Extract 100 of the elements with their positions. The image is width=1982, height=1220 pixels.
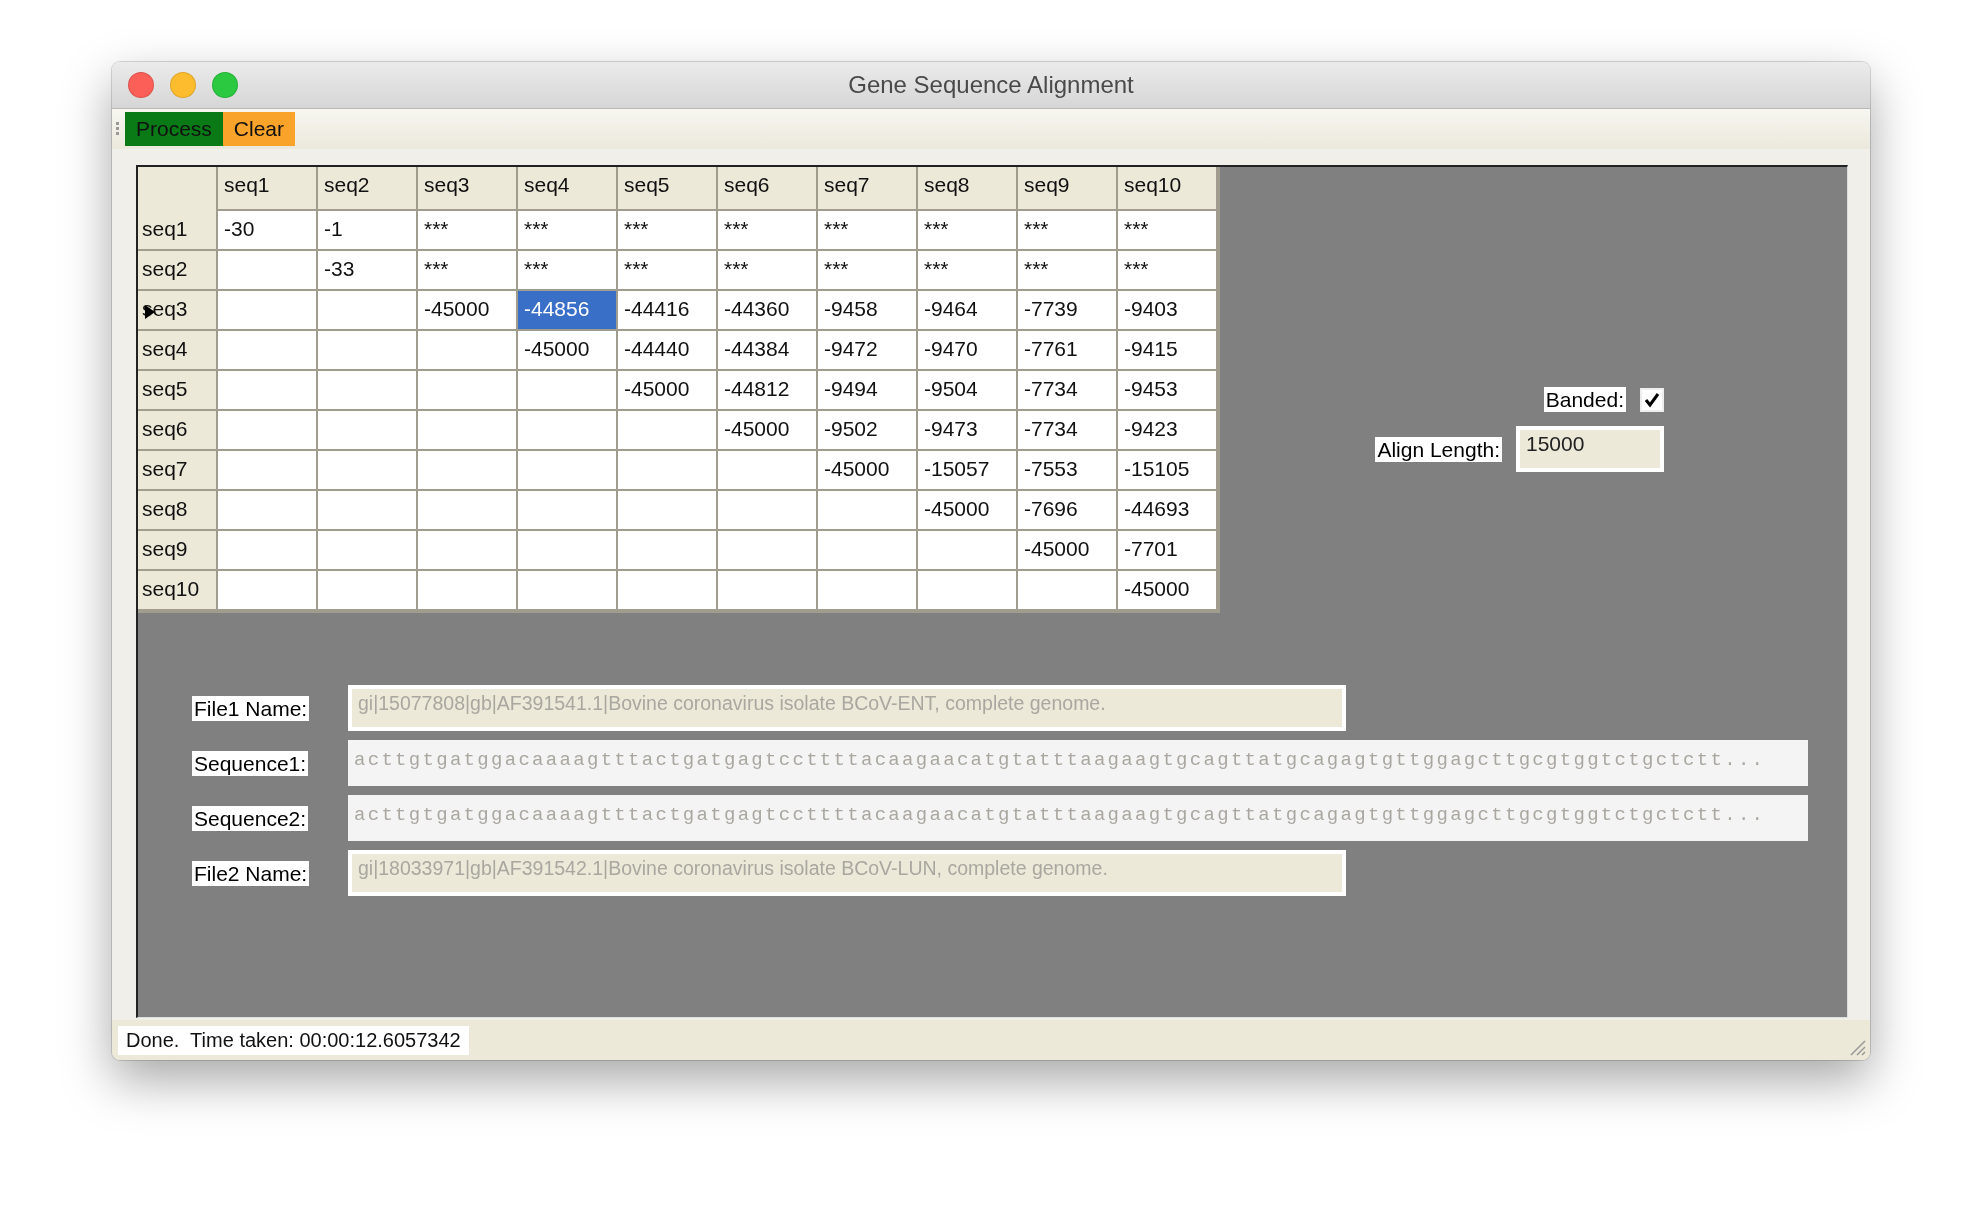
table-cell[interactable] — [218, 491, 318, 531]
table-cell[interactable]: *** — [518, 211, 618, 251]
table-cell[interactable]: -15057 — [918, 451, 1018, 491]
table-cell[interactable]: -7701 — [1118, 531, 1218, 571]
table-cell[interactable]: *** — [418, 211, 518, 251]
table-cell[interactable]: -44440 — [618, 331, 718, 371]
table-cell[interactable] — [418, 531, 518, 571]
table-cell[interactable] — [918, 571, 1018, 611]
table-cell[interactable]: *** — [818, 251, 918, 291]
table-cell[interactable] — [318, 451, 418, 491]
column-header[interactable]: seq8 — [918, 167, 1018, 211]
table-cell[interactable] — [318, 331, 418, 371]
table-cell[interactable] — [718, 491, 818, 531]
table-cell[interactable]: -9403 — [1118, 291, 1218, 331]
clear-button[interactable]: Clear — [222, 112, 296, 146]
table-cell[interactable]: -9473 — [918, 411, 1018, 451]
table-cell[interactable] — [518, 531, 618, 571]
table-cell[interactable]: -45000 — [918, 491, 1018, 531]
table-cell[interactable]: -9464 — [918, 291, 1018, 331]
row-header[interactable]: seq5 — [138, 371, 218, 411]
table-cell[interactable]: -45000 — [518, 331, 618, 371]
table-cell[interactable]: *** — [918, 211, 1018, 251]
table-cell[interactable] — [318, 291, 418, 331]
table-cell[interactable]: -7553 — [1018, 451, 1118, 491]
table-cell[interactable]: *** — [618, 251, 718, 291]
table-cell[interactable] — [518, 371, 618, 411]
table-cell[interactable] — [618, 571, 718, 611]
table-cell[interactable] — [218, 451, 318, 491]
table-cell[interactable] — [318, 371, 418, 411]
table-cell[interactable] — [518, 491, 618, 531]
table-cell[interactable]: -45000 — [618, 371, 718, 411]
table-cell[interactable]: -9494 — [818, 371, 918, 411]
table-cell[interactable]: *** — [418, 251, 518, 291]
row-header[interactable]: seq4 — [138, 331, 218, 371]
table-cell[interactable] — [218, 291, 318, 331]
row-header[interactable]: seq1 — [138, 211, 218, 251]
column-header[interactable]: seq9 — [1018, 167, 1118, 211]
table-cell[interactable] — [918, 531, 1018, 571]
table-cell[interactable]: *** — [918, 251, 1018, 291]
minimize-button[interactable] — [170, 72, 196, 98]
table-cell[interactable] — [418, 371, 518, 411]
table-cell[interactable]: *** — [518, 251, 618, 291]
table-cell[interactable] — [518, 411, 618, 451]
banded-checkbox[interactable] — [1640, 387, 1664, 412]
table-cell[interactable]: -33 — [318, 251, 418, 291]
table-cell[interactable]: *** — [718, 211, 818, 251]
table-cell[interactable]: -9453 — [1118, 371, 1218, 411]
table-cell[interactable]: -44360 — [718, 291, 818, 331]
table-cell[interactable] — [418, 331, 518, 371]
table-cell[interactable]: *** — [1118, 251, 1218, 291]
table-cell[interactable] — [518, 571, 618, 611]
table-cell[interactable]: -44416 — [618, 291, 718, 331]
column-header[interactable]: seq7 — [818, 167, 918, 211]
table-cell[interactable]: -45000 — [418, 291, 518, 331]
column-header[interactable]: seq2 — [318, 167, 418, 211]
table-cell[interactable]: -9504 — [918, 371, 1018, 411]
table-cell[interactable] — [718, 451, 818, 491]
close-button[interactable] — [128, 72, 154, 98]
table-cell[interactable]: -44693 — [1118, 491, 1218, 531]
table-cell[interactable]: -9423 — [1118, 411, 1218, 451]
table-cell[interactable] — [218, 571, 318, 611]
table-cell[interactable] — [818, 491, 918, 531]
table-cell[interactable]: -1 — [318, 211, 418, 251]
row-header[interactable]: seq7 — [138, 451, 218, 491]
column-header[interactable]: seq4 — [518, 167, 618, 211]
table-cell[interactable]: *** — [1018, 251, 1118, 291]
table-cell[interactable]: *** — [1018, 211, 1118, 251]
column-header[interactable]: seq6 — [718, 167, 818, 211]
column-header[interactable]: seq1 — [218, 167, 318, 211]
row-header[interactable]: seq10 — [138, 571, 218, 611]
zoom-button[interactable] — [212, 72, 238, 98]
table-cell[interactable] — [418, 451, 518, 491]
table-cell[interactable]: -7761 — [1018, 331, 1118, 371]
table-cell[interactable] — [1018, 571, 1118, 611]
table-cell[interactable]: -45000 — [718, 411, 818, 451]
table-cell[interactable] — [418, 411, 518, 451]
table-cell[interactable] — [618, 451, 718, 491]
table-cell[interactable]: -44812 — [718, 371, 818, 411]
table-cell[interactable]: -44856 — [518, 291, 618, 331]
table-cell[interactable]: -9502 — [818, 411, 918, 451]
table-cell[interactable]: -7696 — [1018, 491, 1118, 531]
table-cell[interactable] — [418, 491, 518, 531]
table-cell[interactable]: -15105 — [1118, 451, 1218, 491]
table-cell[interactable]: *** — [618, 211, 718, 251]
table-cell[interactable]: -30 — [218, 211, 318, 251]
table-cell[interactable] — [218, 531, 318, 571]
table-cell[interactable]: *** — [718, 251, 818, 291]
table-cell[interactable]: *** — [818, 211, 918, 251]
table-cell[interactable]: -45000 — [818, 451, 918, 491]
table-cell[interactable] — [618, 411, 718, 451]
table-cell[interactable] — [218, 371, 318, 411]
table-cell[interactable]: -9472 — [818, 331, 918, 371]
table-cell[interactable] — [218, 331, 318, 371]
table-cell[interactable] — [518, 451, 618, 491]
table-cell[interactable] — [418, 571, 518, 611]
table-cell[interactable]: -45000 — [1018, 531, 1118, 571]
table-cell[interactable] — [718, 571, 818, 611]
row-header[interactable]: seq8 — [138, 491, 218, 531]
table-cell[interactable]: -45000 — [1118, 571, 1218, 611]
table-cell[interactable] — [318, 571, 418, 611]
